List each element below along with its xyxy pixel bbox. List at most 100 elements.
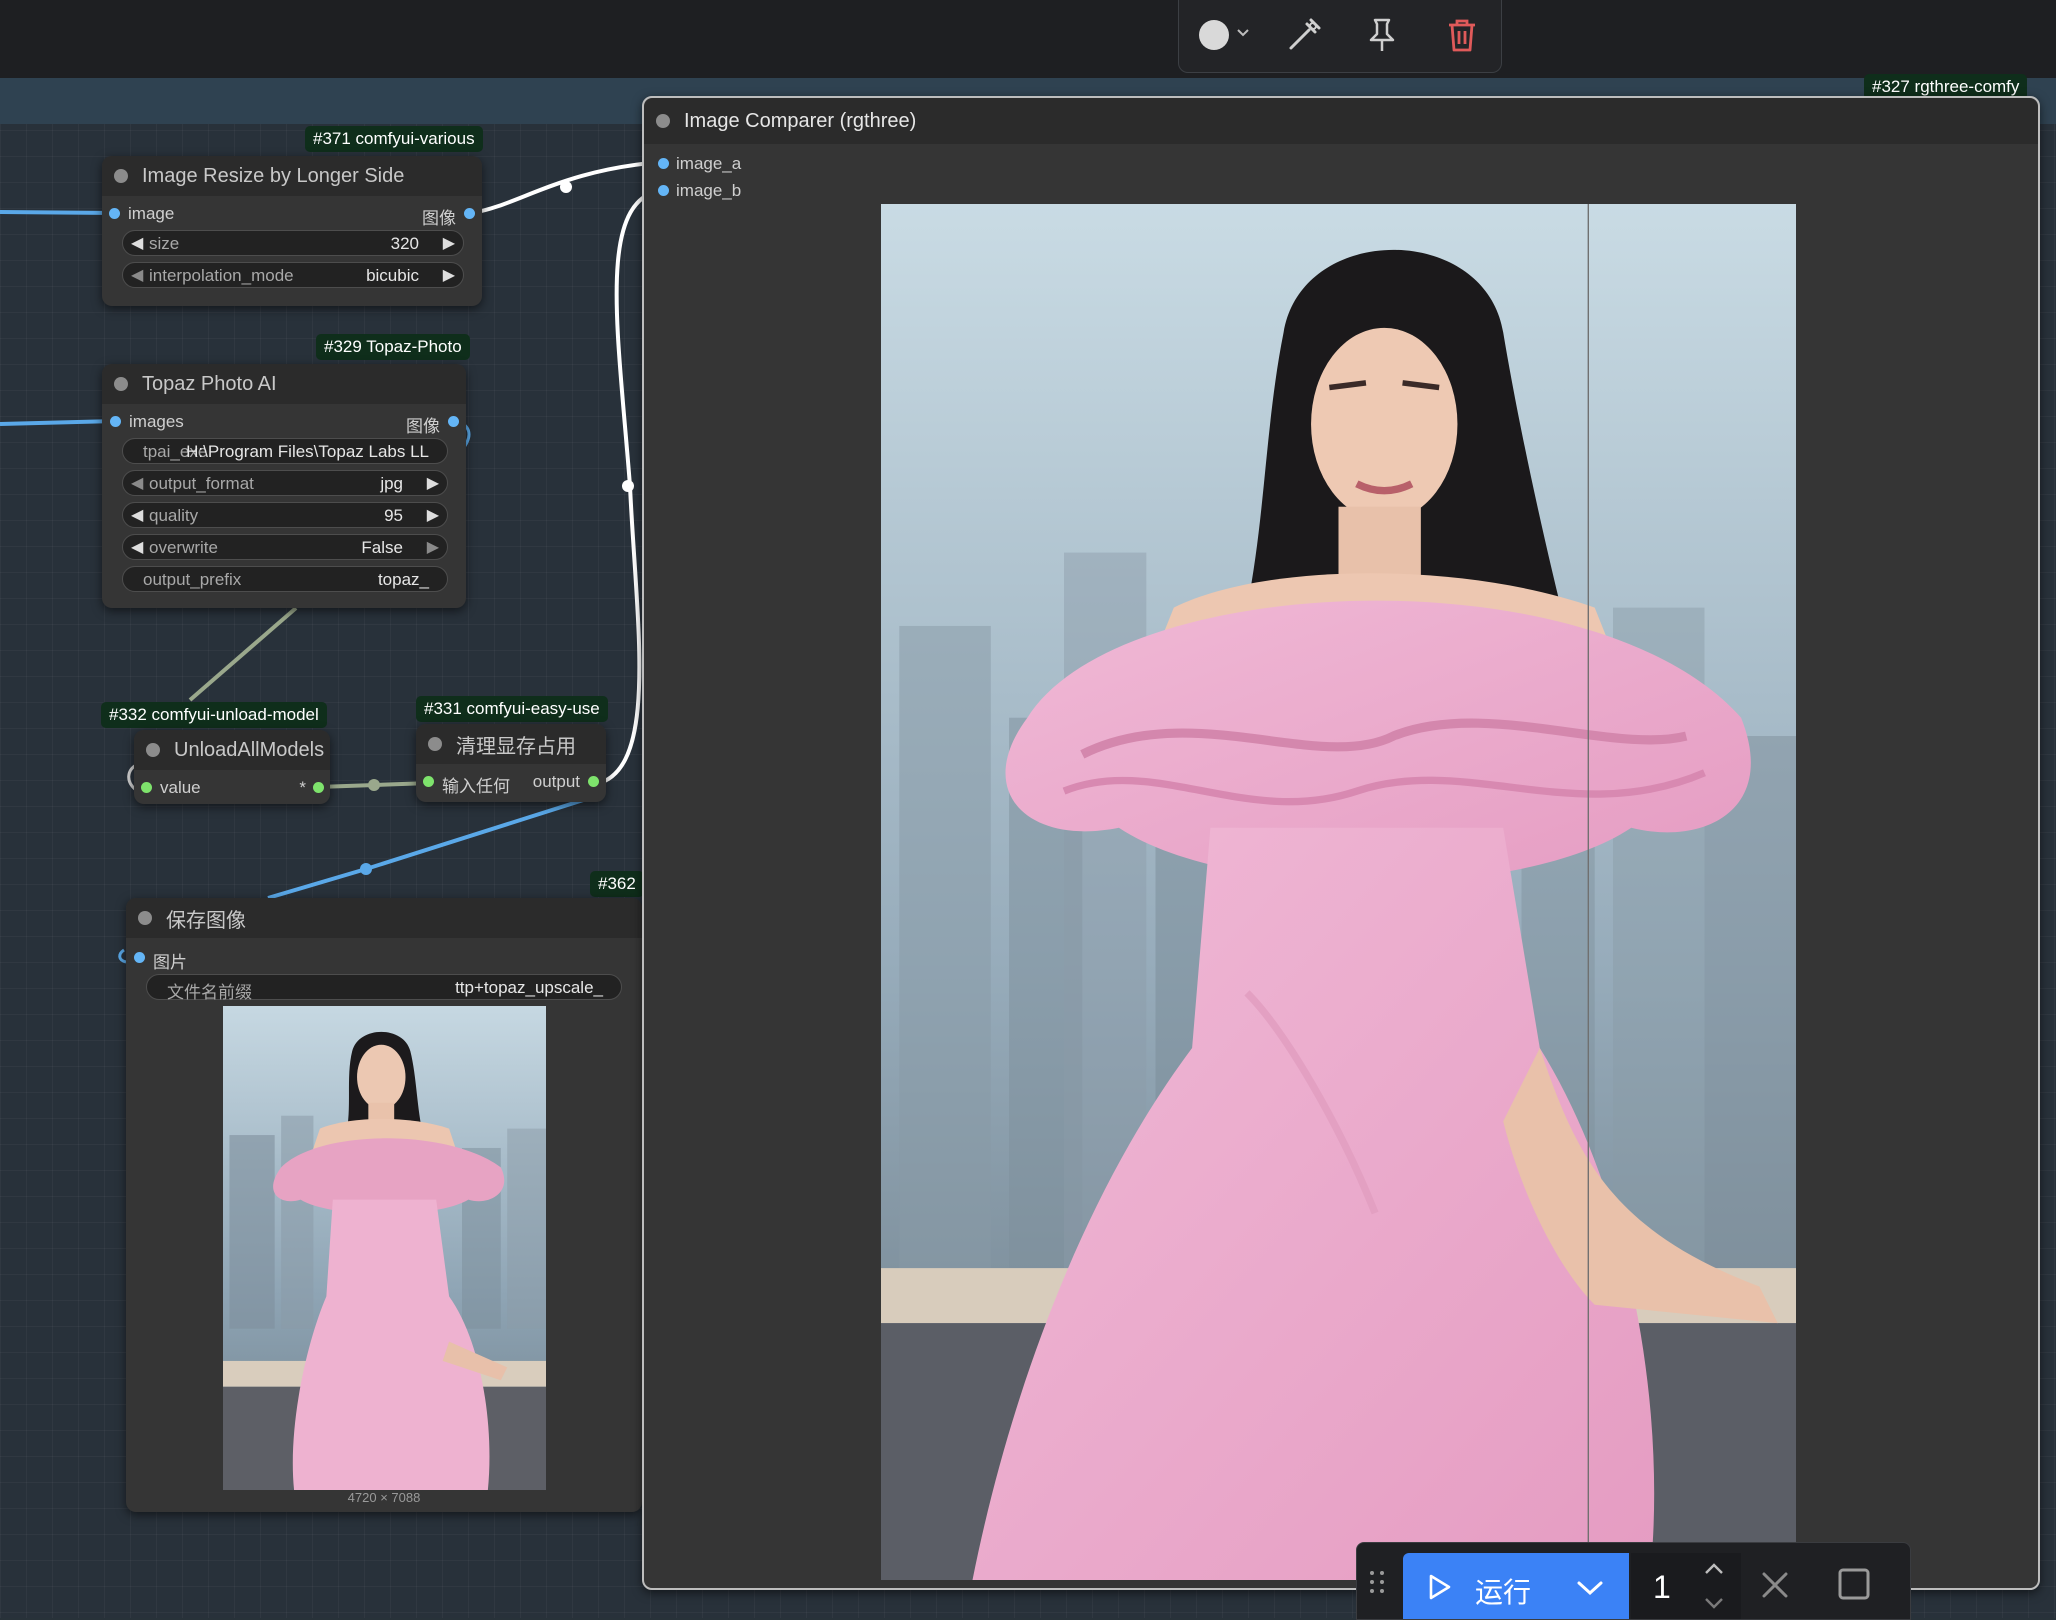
output-slot-any[interactable] (313, 782, 324, 793)
circle-color-icon (1199, 20, 1229, 50)
increment-arrow-icon[interactable]: ▶ (427, 473, 439, 493)
reroute-dot-b[interactable] (622, 480, 634, 492)
queue-count-value: 1 (1653, 1569, 1671, 1605)
badge-node-332: #332 comfyui-unload-model (101, 702, 327, 728)
quality-widget[interactable]: ◀ quality 95 ▶ (122, 502, 448, 528)
chevron-down-icon[interactable] (1703, 1595, 1725, 1611)
decrement-arrow-icon[interactable]: ◀ (131, 233, 143, 253)
widget-value: False (361, 538, 403, 557)
color-picker-button[interactable] (1193, 14, 1257, 56)
node-topaz-photo-ai[interactable]: Topaz Photo AI images 图像 tpai_exe H:\Pro… (102, 364, 466, 608)
node-title: UnloadAllModels (174, 738, 325, 761)
run-button[interactable]: 运行 (1403, 1553, 1629, 1619)
node-clear-vram[interactable]: 清理显存占用 输入任何 output (416, 724, 606, 802)
size-widget[interactable]: ◀ size 320 ▶ (122, 230, 464, 256)
widget-label: output_format (149, 474, 254, 493)
trash-icon (1449, 19, 1475, 52)
interpolation-mode-widget[interactable]: ◀ interpolation_mode bicubic ▶ (122, 262, 464, 288)
widget-label: interpolation_mode (149, 266, 294, 285)
image-dimensions: 4720 × 7088 (347, 1490, 421, 1505)
collapse-dot-icon[interactable] (428, 737, 442, 751)
widget-value: bicubic (366, 266, 419, 285)
input-slot-image-b[interactable] (658, 185, 669, 196)
saved-image-preview[interactable] (223, 1006, 546, 1490)
increment-arrow-icon[interactable]: ▶ (427, 505, 439, 525)
chevron-up-icon[interactable] (1703, 1561, 1725, 1577)
collapse-dot-icon[interactable] (138, 911, 152, 925)
increment-arrow-icon[interactable]: ▶ (427, 537, 439, 557)
bypass-button[interactable] (1277, 14, 1331, 56)
chevron-down-icon[interactable] (1575, 1579, 1605, 1597)
node-title-bar[interactable]: Image Comparer (rgthree) (644, 98, 2038, 144)
pin-button[interactable] (1355, 14, 1409, 56)
decrement-arrow-icon[interactable]: ◀ (131, 473, 143, 493)
stop-icon (1838, 1568, 1870, 1600)
queue-run-bar: 运行 1 (1356, 1542, 1911, 1620)
delete-button[interactable] (1435, 14, 1489, 56)
widget-value: ttp+topaz_upscale_ (455, 978, 603, 997)
collapse-dot-icon[interactable] (114, 169, 128, 183)
portrait-photo-thumb (223, 1006, 546, 1490)
widget-value: jpg (380, 474, 403, 493)
input-slot-value[interactable] (141, 782, 152, 793)
node-image-resize[interactable]: Image Resize by Longer Side image 图像 ◀ s… (102, 156, 482, 306)
filename-prefix-field[interactable]: 文件名前缀 ttp+topaz_upscale_ (146, 974, 622, 1002)
link-left-image (0, 210, 117, 215)
input-label-images: 图片 (153, 953, 187, 972)
decrement-arrow-icon[interactable]: ◀ (131, 505, 143, 525)
run-button-label: 运行 (1475, 1577, 1532, 1608)
node-title-bar[interactable]: UnloadAllModels (134, 730, 330, 770)
collapse-dot-icon[interactable] (114, 377, 128, 391)
input-slot-any[interactable] (423, 776, 434, 787)
chevron-down-icon (1235, 26, 1251, 44)
node-title-bar[interactable]: Topaz Photo AI (102, 364, 466, 404)
collapse-dot-icon[interactable] (146, 743, 160, 757)
output-format-widget[interactable]: ◀ output_format jpg ▶ (122, 470, 448, 496)
stop-button[interactable] (1835, 1565, 1873, 1603)
decrement-arrow-icon[interactable]: ◀ (131, 537, 143, 557)
output-label-output: output (532, 772, 580, 791)
output-slot-output[interactable] (588, 776, 599, 787)
output-label-image: 图像 (422, 209, 456, 228)
decrement-arrow-icon[interactable]: ◀ (131, 265, 143, 285)
node-title-bar[interactable]: Image Resize by Longer Side (102, 156, 482, 196)
output-slot-image[interactable] (448, 416, 459, 427)
queue-count-stepper[interactable]: 1 (1631, 1553, 1741, 1619)
input-label-value: value (160, 778, 201, 797)
pin-icon (1369, 18, 1395, 51)
input-slot-images[interactable] (110, 416, 121, 427)
widget-label: 文件名前缀 (167, 983, 252, 1002)
node-title-bar[interactable]: 清理显存占用 (416, 724, 606, 764)
output-label-image: 图像 (406, 417, 440, 436)
input-label-images: images (129, 412, 184, 431)
increment-arrow-icon[interactable]: ▶ (443, 233, 455, 253)
overwrite-toggle[interactable]: ◀ overwrite False ▶ (122, 534, 448, 560)
comparison-image[interactable] (881, 204, 1796, 1580)
reroute-dot-d[interactable] (360, 863, 372, 875)
output-prefix-field[interactable]: output_prefix topaz_ (122, 566, 448, 592)
widget-label: output_prefix (143, 570, 242, 589)
reroute-dot-c[interactable] (368, 779, 380, 791)
badge-node-331: #331 comfyui-easy-use (416, 696, 608, 722)
badge-node-362: #362 (590, 871, 644, 897)
widget-value: H:\Program Files\Topaz Labs LL (186, 442, 429, 461)
increment-arrow-icon[interactable]: ▶ (443, 265, 455, 285)
output-slot-image[interactable] (464, 208, 475, 219)
input-slot-images[interactable] (134, 952, 145, 963)
node-title: Topaz Photo AI (142, 372, 277, 395)
portrait-photo-main (881, 204, 1796, 1580)
input-slot-image-a[interactable] (658, 158, 669, 169)
link-cleanup-to-save (267, 794, 597, 900)
badge-node-329: #329 Topaz-Photo (316, 334, 470, 360)
input-label-any: 输入任何 (442, 777, 510, 796)
node-title: 保存图像 (166, 909, 246, 932)
node-title-bar[interactable]: 保存图像 (126, 898, 642, 938)
node-unload-all-models[interactable]: UnloadAllModels value * (134, 730, 330, 804)
drag-handle-icon[interactable] (1365, 1565, 1389, 1599)
play-icon (1429, 1574, 1451, 1600)
input-slot-image[interactable] (109, 208, 120, 219)
collapse-dot-icon[interactable] (656, 114, 670, 128)
tpai-exe-field[interactable]: tpai_exe H:\Program Files\Topaz Labs LL (122, 438, 448, 464)
reroute-dot-a[interactable] (560, 181, 572, 193)
cancel-button[interactable] (1757, 1567, 1793, 1603)
